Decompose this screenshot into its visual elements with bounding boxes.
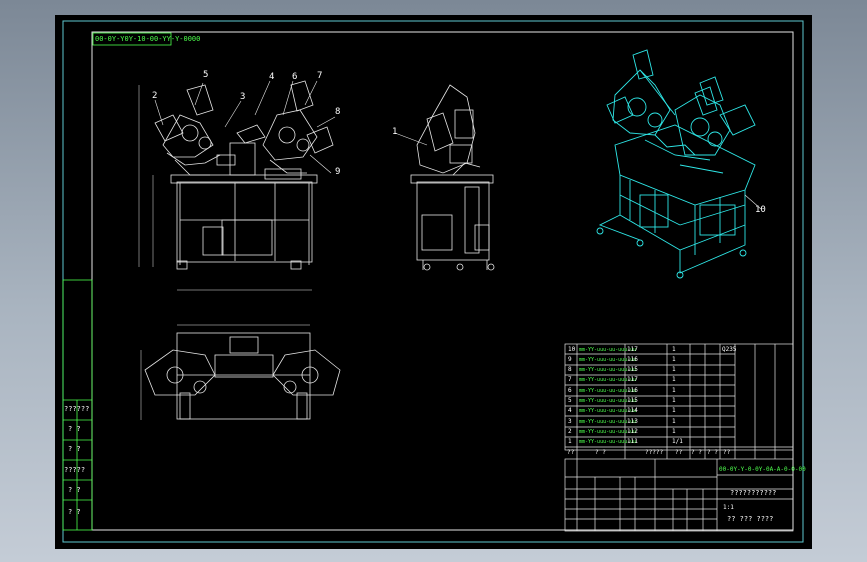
balloon-1: 1	[392, 127, 398, 137]
balloon-7: 7	[317, 71, 323, 81]
part-code: 117	[627, 376, 638, 383]
stamp-0: ??????	[64, 405, 90, 413]
part-qty: 1	[672, 376, 676, 383]
part-qty: 1/1	[672, 438, 683, 445]
parts-header-cell: ??	[675, 449, 683, 456]
cad-drawing	[62, 20, 804, 543]
part-qty: 1	[672, 407, 676, 414]
part-no: 6	[568, 387, 572, 394]
stamp-3: ?????	[64, 466, 86, 474]
parts-header-cell: ??	[567, 449, 575, 456]
balloon-4: 4	[269, 72, 275, 82]
part-no: 4	[568, 407, 572, 414]
part-qty: 1	[672, 356, 676, 363]
balloon-9: 9	[335, 167, 341, 177]
balloon-2: 2	[152, 91, 158, 101]
title-company: ?? ??? ????	[727, 515, 774, 523]
stamp-2: ? ?	[68, 445, 81, 453]
balloon-6: 6	[292, 72, 298, 82]
part-no: 9	[568, 356, 572, 363]
part-code: 116	[627, 387, 638, 394]
balloon-8: 8	[335, 107, 341, 117]
part-no: 5	[568, 397, 572, 404]
part-qty: 1	[672, 418, 676, 425]
part-code: 115	[627, 397, 638, 404]
balloon-3: 3	[240, 92, 246, 102]
part-no: 10	[568, 346, 576, 353]
part-code: 114	[627, 407, 638, 414]
balloon-5: 5	[203, 70, 209, 80]
part-no: 7	[568, 376, 572, 383]
parts-header-cell: ??	[723, 449, 731, 456]
part-code: 116	[627, 356, 638, 363]
part-code: 111	[627, 438, 638, 445]
part-no: 1	[568, 438, 572, 445]
parts-header-cell: ? ?	[707, 449, 718, 456]
part-qty: 1	[672, 428, 676, 435]
stamp-5: ? ?	[68, 508, 81, 516]
part-code: 117	[627, 346, 638, 353]
part-qty: 1	[672, 387, 676, 394]
part-note: Q235	[722, 346, 737, 353]
stamp-1: ? ?	[68, 425, 81, 433]
parts-header-cell: ?????	[645, 449, 664, 456]
part-code: 113	[627, 418, 638, 425]
stamp-4: ? ?	[68, 486, 81, 494]
balloon-10: 10	[755, 205, 766, 215]
title-name: ???????????	[730, 489, 777, 497]
parts-header-cell: ? ?	[595, 449, 606, 456]
drawing-code: 00-0Y-Y0Y-10-00-YY-Y-0000	[95, 35, 201, 43]
title-ratio: 1:1	[723, 504, 734, 511]
parts-header-cell: ? ?	[691, 449, 702, 456]
part-no: 3	[568, 418, 572, 425]
part-qty: 1	[672, 366, 676, 373]
part-code: 115	[627, 366, 638, 373]
part-no: 2	[568, 428, 572, 435]
part-code: 112	[627, 428, 638, 435]
part-no: 8	[568, 366, 572, 373]
drawing-sheet: 00-0Y-Y0Y-10-00-YY-Y-0000 1 2 3 4 5 6 7 …	[55, 15, 812, 549]
part-qty: 1	[672, 346, 676, 353]
part-qty: 1	[672, 397, 676, 404]
title-drawing-no: 00-0Y-Y-0-0Y-0A-A-0-0-00	[719, 466, 806, 473]
